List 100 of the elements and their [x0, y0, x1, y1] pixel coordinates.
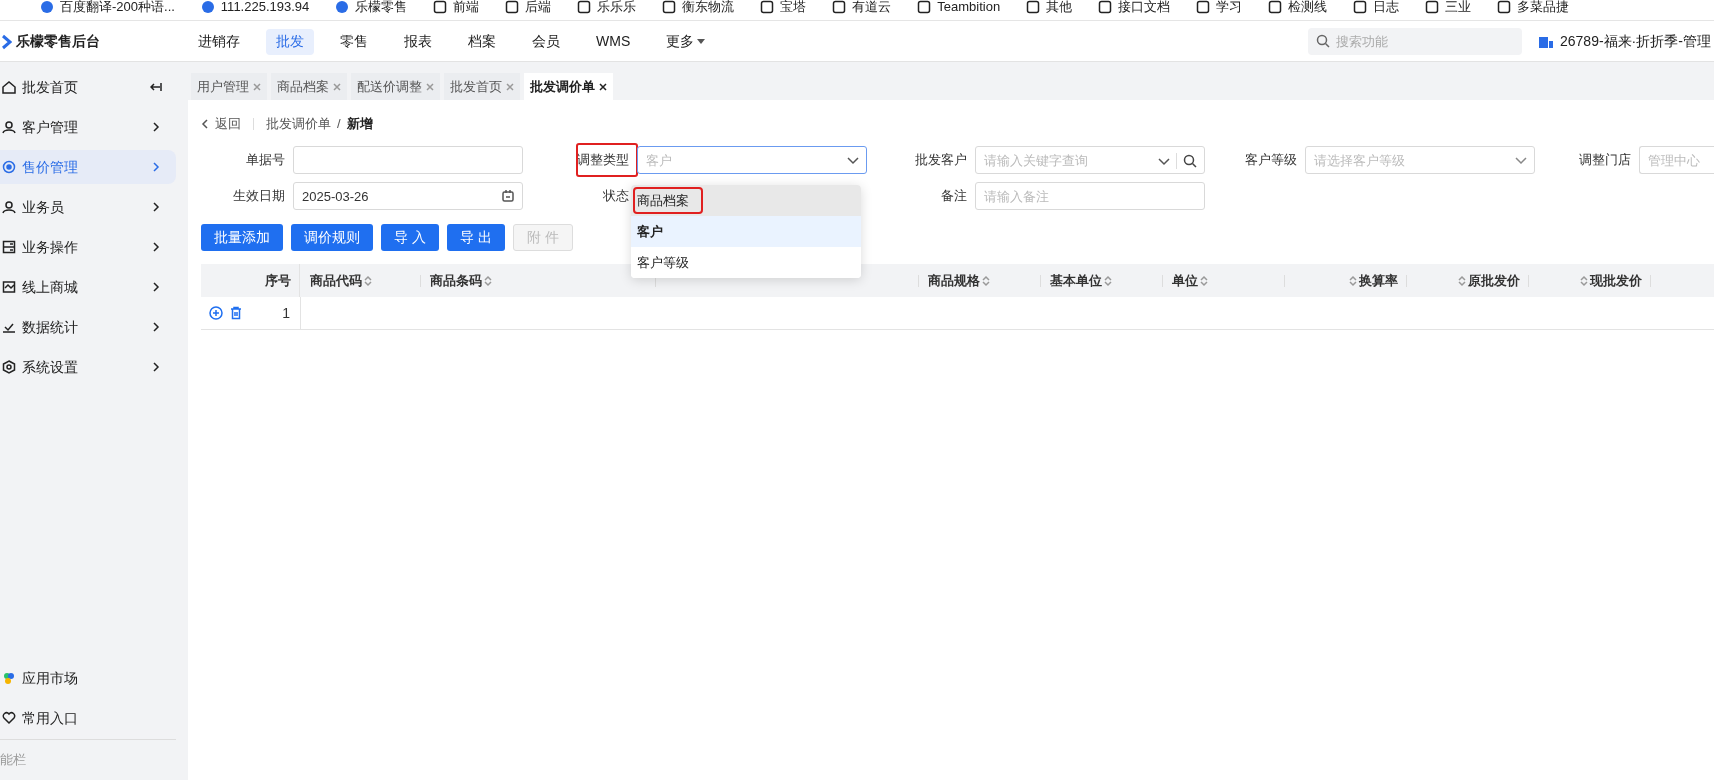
bookmark-link[interactable]: 衡东物流	[682, 0, 735, 17]
sidebar-item[interactable]: 业务员	[0, 190, 176, 224]
action-button[interactable]: 调价规则	[291, 224, 373, 251]
sidebar-item[interactable]: 数据统计	[0, 310, 176, 344]
column-header[interactable]: 商品代码	[310, 270, 372, 291]
row-number: 1	[282, 303, 290, 323]
column-header[interactable]: 单位	[1172, 270, 1208, 291]
sidebar-item[interactable]: 系统设置	[0, 350, 176, 384]
collapse-icon	[150, 81, 162, 93]
menu-item-icon	[2, 200, 16, 214]
column-header[interactable]: 商品条码	[430, 270, 492, 291]
dropdown-option[interactable]: 客户等级	[631, 247, 861, 278]
bookmark-link[interactable]: 有道云	[852, 0, 892, 17]
close-icon	[426, 82, 434, 91]
search-field[interactable]: 搜索功能	[1308, 28, 1522, 55]
chevron-right-icon	[150, 201, 162, 213]
chevron-right-icon	[150, 321, 162, 333]
input-field[interactable]	[293, 146, 523, 174]
select-field[interactable]: 客户	[637, 146, 867, 174]
bookmark-link[interactable]: 乐檬零售	[355, 0, 408, 17]
breadcrumb-link[interactable]: 批发调价单	[266, 114, 331, 134]
chevron-right-icon	[150, 161, 162, 173]
customer-search-field[interactable]: 请输入关键字查询	[975, 146, 1205, 174]
column-header[interactable]: 现批发价	[1580, 270, 1642, 291]
sidebar-item[interactable]: 应用市场	[0, 661, 176, 695]
action-button[interactable]: 导 入	[381, 224, 439, 251]
bookmark-link[interactable]: 三业	[1445, 0, 1472, 17]
bookmark-link[interactable]: 接口文档	[1118, 0, 1171, 17]
bookmark-link[interactable]: 多菜品捷	[1517, 0, 1570, 17]
close-icon	[506, 82, 514, 91]
bookmark-link[interactable]: 其他	[1046, 0, 1073, 17]
nav-tab[interactable]: 零售	[330, 28, 378, 55]
nav-tab[interactable]: 批发	[266, 28, 314, 55]
field-label: 客户等级	[1244, 151, 1298, 170]
bookmark-link[interactable]: 后端	[525, 0, 552, 17]
sidebar-item[interactable]: 售价管理	[0, 150, 176, 184]
app-title: 乐檬零售后台	[16, 32, 100, 51]
bookmark-link[interactable]: 宝塔	[780, 0, 807, 17]
chevron-right-icon	[150, 241, 162, 253]
action-button[interactable]: 导 出	[446, 224, 505, 251]
input-field[interactable]: 请输入备注	[975, 182, 1205, 210]
bookmark-link[interactable]: 乐乐乐	[597, 0, 637, 17]
menu-item-icon	[2, 160, 16, 174]
menu-item-icon	[2, 360, 16, 374]
bookmark-link[interactable]: 日志	[1373, 0, 1400, 17]
column-header[interactable]: 换算率	[1349, 270, 1398, 291]
bookmark-link[interactable]: Teambition	[937, 0, 1001, 17]
nav-tab[interactable]: 会员	[522, 28, 570, 55]
action-button[interactable]: 批量添加	[201, 224, 283, 251]
dropdown-option[interactable]: 客户	[631, 216, 861, 247]
bookmark-link[interactable]: 学习	[1216, 0, 1243, 17]
logo-icon	[2, 33, 12, 50]
chevron-right-icon	[150, 281, 162, 293]
add-row-icon	[209, 306, 223, 320]
page-tab[interactable]: 商品档案	[271, 73, 347, 100]
breadcrumb-current: 新增	[346, 115, 373, 134]
chevron-left-icon	[201, 119, 209, 129]
menu-item-icon	[2, 120, 16, 134]
sidebar-item[interactable]: 常用入口	[0, 701, 176, 735]
nav-tab[interactable]: 进销存	[188, 28, 250, 55]
bookmark-link[interactable]: 检测线	[1288, 0, 1328, 17]
bookmark-icon	[200, 0, 215, 14]
bookmark-link[interactable]: 前端	[453, 0, 480, 17]
menu-item-icon	[2, 280, 16, 294]
column-header[interactable]: 商品规格	[928, 270, 990, 291]
sidebar-footer: 能栏	[0, 740, 188, 780]
page-tab[interactable]: 配送价调整	[351, 73, 440, 100]
field-label: 调整门店	[1579, 151, 1632, 170]
column-header[interactable]: 序号	[265, 270, 291, 291]
sidebar-item[interactable]: 客户管理	[0, 110, 176, 144]
close-icon	[253, 82, 261, 91]
heart-icon	[2, 711, 16, 725]
page-tab[interactable]: 批发调价单	[524, 73, 613, 100]
close-icon	[333, 82, 341, 91]
nav-tab[interactable]: 档案	[458, 28, 506, 55]
sidebar-item[interactable]: 业务操作	[0, 230, 176, 264]
chevron-right-icon	[150, 361, 162, 373]
column-header[interactable]: 基本单位	[1050, 270, 1112, 291]
field-label: 调整类型	[577, 144, 637, 176]
nav-tab[interactable]: WMS	[586, 28, 641, 55]
page-tab[interactable]: 批发首页	[444, 73, 520, 100]
dropdown-option[interactable]: 商品档案	[631, 185, 861, 216]
page-tab[interactable]: 用户管理	[191, 73, 267, 100]
bookmark-icon	[40, 0, 54, 14]
nav-tab[interactable]: 报表	[394, 28, 442, 55]
column-header[interactable]: 原批发价	[1458, 270, 1520, 291]
date-field[interactable]: 2025-03-26	[293, 182, 523, 210]
close-icon	[599, 82, 607, 91]
delete-icon	[229, 306, 243, 320]
back-link[interactable]: 返回	[201, 114, 241, 134]
sidebar-item[interactable]: 线上商城	[0, 270, 176, 304]
menu-item-icon	[2, 80, 16, 94]
store-name[interactable]: 26789-福来·折折季-管理	[1560, 31, 1711, 52]
bookmark-link[interactable]: 百度翻译-200种语...	[60, 0, 175, 17]
sidebar-item[interactable]: 批发首页	[0, 70, 176, 104]
bookmark-link[interactable]: 111.225.193.94	[220, 0, 310, 17]
menu-item-icon	[2, 240, 16, 254]
field-label: 生效日期	[233, 187, 286, 206]
field-label: 批发客户	[915, 151, 968, 170]
nav-tab[interactable]: 更多	[656, 28, 716, 55]
